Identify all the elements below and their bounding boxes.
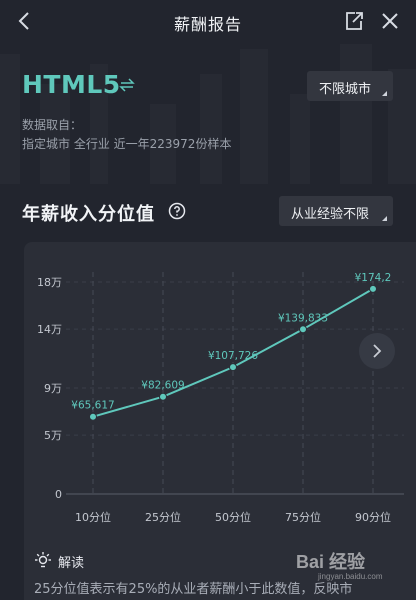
section-title: 年薪收入分位值 xyxy=(22,204,155,225)
y-tick-label: 9万 xyxy=(44,382,62,395)
chart-card: 0 5万 9万 14万 18万 10分位 25分位 50分位 75分位 90分位 ¥65,617 ¥8… xyxy=(24,242,416,600)
data-label: ¥139,833 xyxy=(278,312,328,324)
x-tick-label: 10分位 xyxy=(75,510,111,524)
close-icon[interactable] xyxy=(379,10,401,32)
job-title: HTML5 xyxy=(22,70,121,99)
lightbulb-icon xyxy=(35,552,51,568)
help-icon[interactable] xyxy=(168,202,186,220)
data-label: ¥174,2 xyxy=(355,272,392,284)
data-label: ¥107,726 xyxy=(208,350,258,362)
data-point xyxy=(89,412,97,421)
data-point xyxy=(299,325,307,334)
watermark-brand: Bai 经验 xyxy=(296,552,366,572)
experience-select[interactable]: 从业经验不限 xyxy=(279,196,393,226)
next-chart-button[interactable] xyxy=(359,333,395,369)
data-label: ¥65,617 xyxy=(71,400,114,412)
experience-select-label: 从业经验不限 xyxy=(291,207,370,222)
watermark-url: jingyan.baidu.com xyxy=(318,572,383,581)
swap-icon[interactable] xyxy=(119,77,135,93)
y-tick-label: 0 xyxy=(55,488,62,501)
y-tick-label: 14万 xyxy=(37,323,62,336)
interpretation-title: 解读 xyxy=(58,556,85,571)
data-point xyxy=(159,392,167,401)
data-label: ¥82,609 xyxy=(141,380,184,392)
x-tick-label: 90分位 xyxy=(355,510,391,524)
city-select-label: 不限城市 xyxy=(319,82,372,97)
x-tick-label: 25分位 xyxy=(145,510,181,524)
salary-percentile-chart: 0 5万 9万 14万 18万 10分位 25分位 50分位 75分位 90分位 ¥65,617 ¥8… xyxy=(37,272,404,524)
city-select[interactable]: 不限城市 xyxy=(307,71,393,101)
x-tick-label: 75分位 xyxy=(285,510,321,524)
data-point xyxy=(369,284,377,293)
x-tick-label: 50分位 xyxy=(215,510,251,524)
caret-icon xyxy=(382,91,387,96)
chevron-right-icon xyxy=(373,344,382,358)
source-label: 数据取自： xyxy=(22,118,83,132)
y-tick-label: 18万 xyxy=(37,276,62,289)
background-decoration xyxy=(0,44,416,184)
top-bar: 薪酬报告 xyxy=(0,0,416,44)
share-icon[interactable] xyxy=(343,10,365,32)
source-detail: 指定城市 全行业 近一年223972份样本 xyxy=(22,137,232,151)
data-point xyxy=(229,363,237,372)
y-tick-label: 5万 xyxy=(44,429,62,442)
caret-icon xyxy=(382,216,387,221)
